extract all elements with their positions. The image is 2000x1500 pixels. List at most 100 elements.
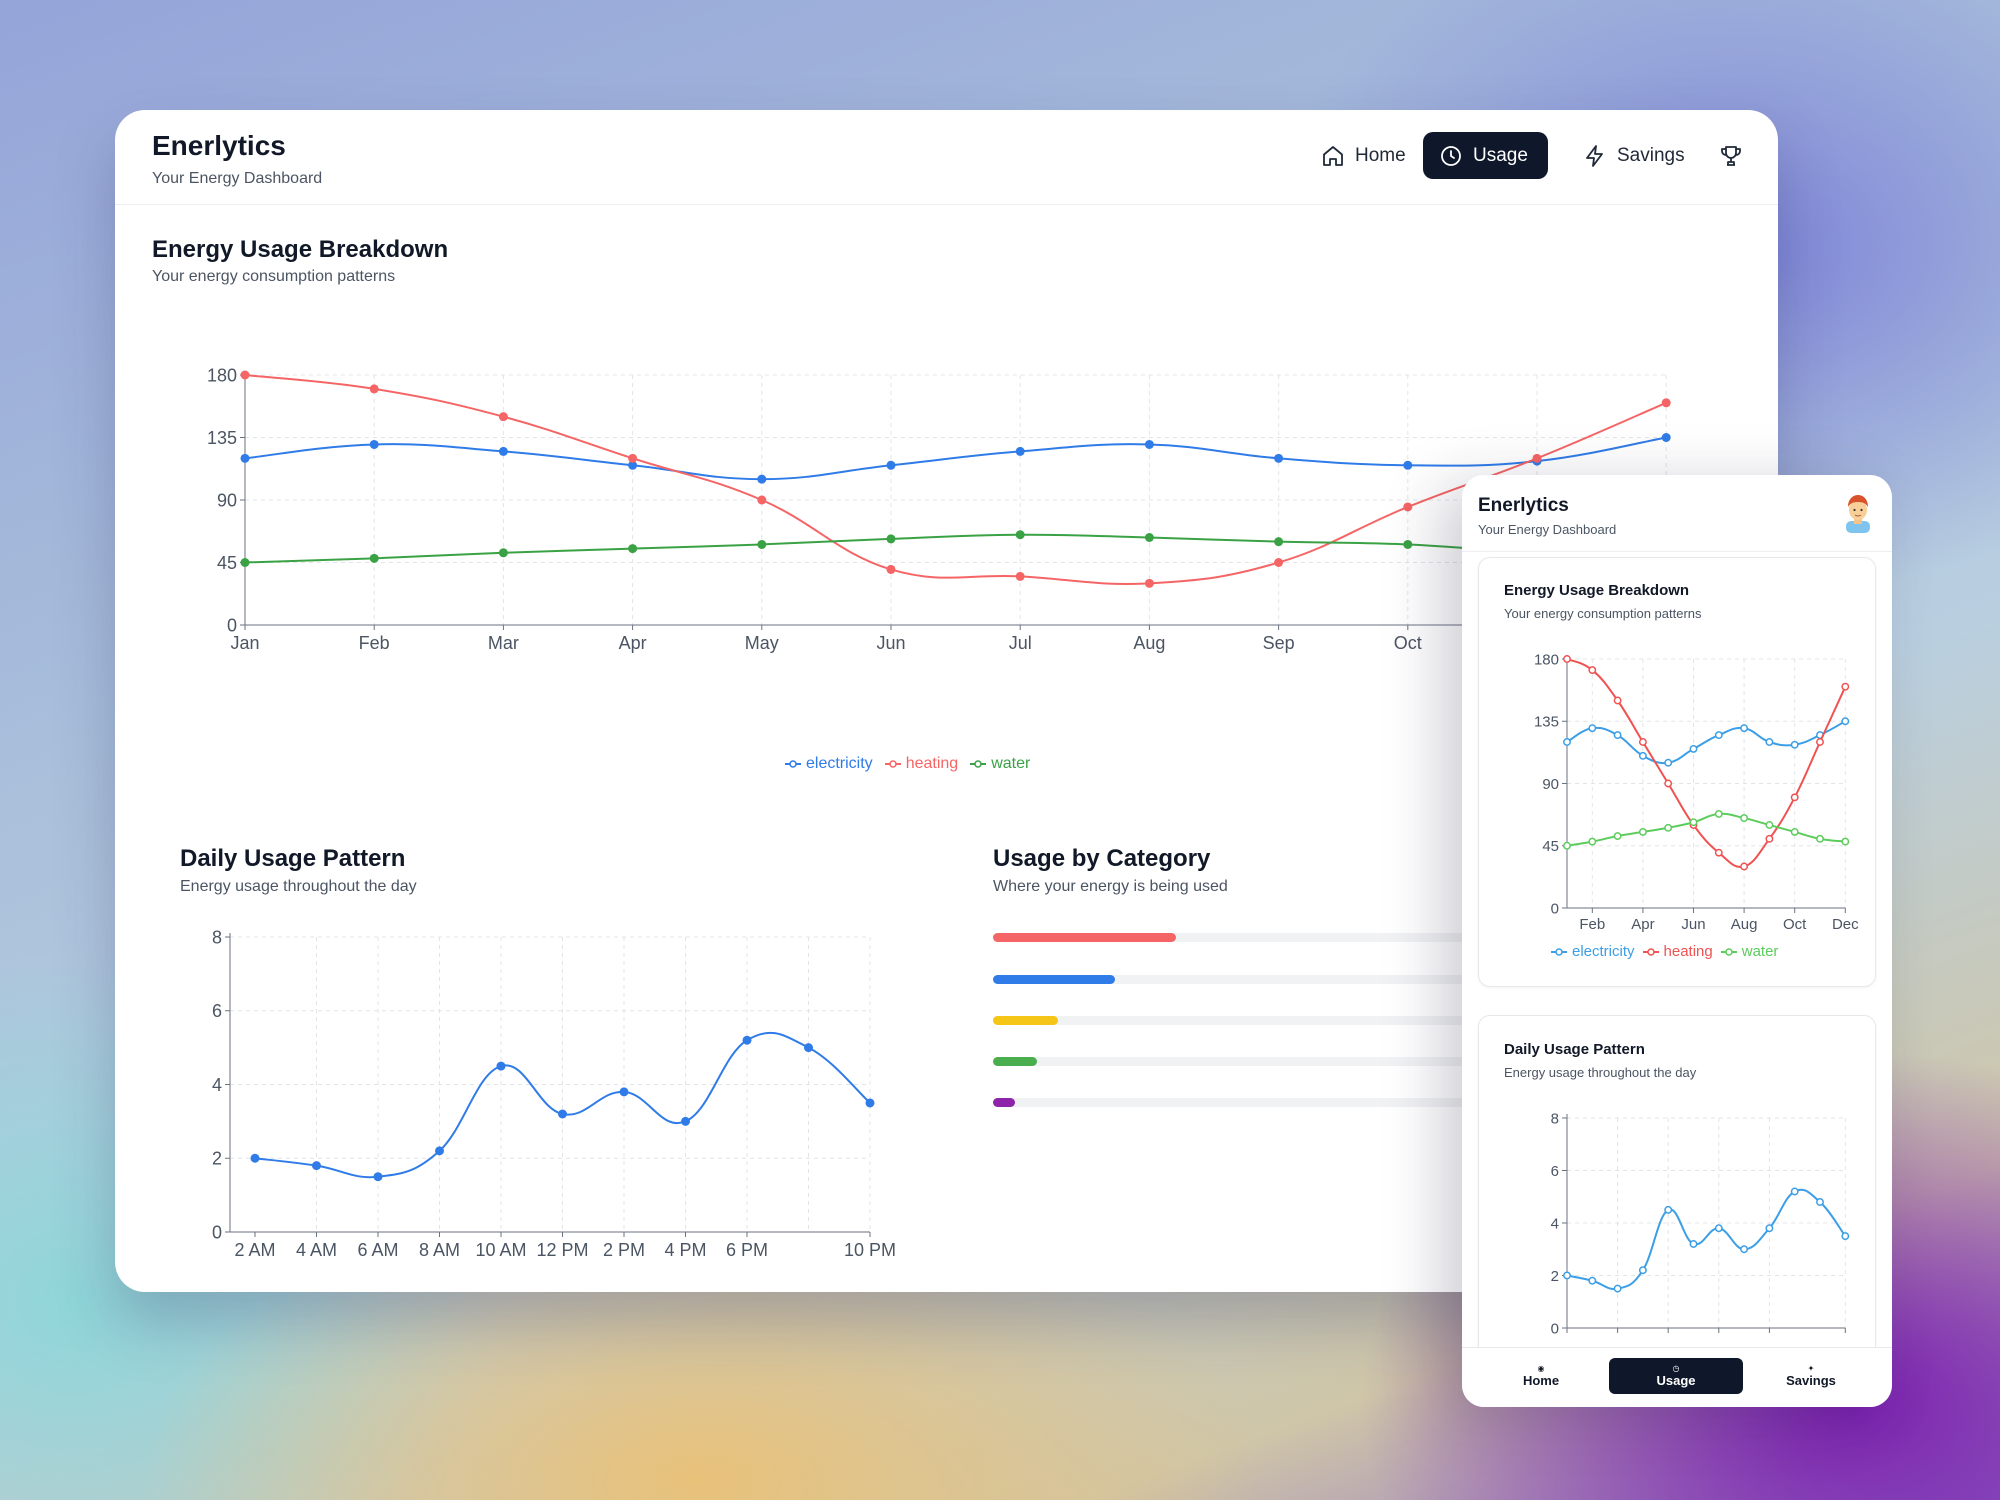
electricity-point: [1403, 460, 1413, 470]
heating-point: [757, 495, 767, 505]
y-tick-label: 4: [212, 1075, 222, 1095]
electricity-point: [1714, 731, 1723, 740]
category-subtitle: Where your energy is being used: [993, 878, 1228, 895]
breakdown-subtitle: Your energy consumption patterns: [152, 268, 396, 285]
mobile-legend-electricity-marker: [1551, 947, 1567, 956]
daily-usage-point: [619, 1087, 629, 1097]
water-point: [1588, 837, 1597, 846]
heating-point: [1661, 398, 1671, 408]
mobile-legend-water[interactable]: water: [1720, 943, 1778, 960]
x-tick-label: 2 PM: [603, 1240, 645, 1260]
x-tick-label: Jun: [876, 633, 905, 653]
electricity-point: [1661, 433, 1671, 442]
y-tick-label: 6: [212, 1001, 222, 1021]
daily-usage-point: [496, 1061, 506, 1071]
heating-point: [628, 453, 638, 463]
x-tick-label: 4 AM: [296, 1240, 337, 1260]
daily-usage-point: [1740, 1245, 1749, 1254]
legend-water[interactable]: water: [970, 755, 1030, 773]
daily-subtitle: Energy usage throughout the day: [180, 878, 417, 895]
category-bar-fill: [993, 1016, 1058, 1025]
mobile-bottom-nav: ◉ Home ◷ Usage ✦ Savings: [1462, 1347, 1892, 1407]
water-point: [1664, 823, 1673, 832]
x-tick-label: Apr: [1631, 916, 1654, 933]
water-point: [1563, 841, 1571, 850]
daily-usage-point: [312, 1161, 321, 1171]
mobile-legend-heating[interactable]: heating: [1642, 943, 1713, 960]
heating-point: [1274, 558, 1284, 567]
mobile-tab-home[interactable]: ◉ Home: [1474, 1358, 1608, 1394]
daily-usage-point: [1613, 1284, 1622, 1293]
electricity-line: [244, 436, 1667, 481]
x-tick-label: 10 AM: [475, 1240, 526, 1260]
clock-icon: ◷: [1672, 1364, 1680, 1373]
water-point: [240, 558, 250, 567]
mobile-legend-electricity[interactable]: electricity: [1551, 943, 1635, 960]
heating-point: [369, 384, 379, 394]
water-point: [1638, 827, 1647, 836]
mobile-breakdown-title: Energy Usage Breakdown: [1504, 582, 1690, 599]
water-point: [1689, 818, 1698, 827]
mobile-energy-breakdown-chart: 0 45 90 135 180 Feb Apr Jun Aug Oct Dec: [1534, 651, 1859, 933]
x-tick-label: 8 AM: [419, 1240, 460, 1260]
water-point: [498, 548, 508, 558]
water-point: [1740, 814, 1749, 823]
daily-usage-point: [250, 1153, 260, 1163]
x-tick-label: Apr: [619, 633, 647, 653]
app-tagline: Your Energy Dashboard: [152, 170, 323, 187]
y-tick-label: 90: [1542, 776, 1559, 793]
daily-usage-point: [1714, 1224, 1723, 1233]
daily-title: Daily Usage Pattern: [180, 845, 406, 872]
electricity-line: [1566, 720, 1846, 765]
x-tick-label: 4 PM: [664, 1240, 706, 1260]
y-tick-label: 8: [1551, 1110, 1559, 1127]
nav-savings-button[interactable]: Savings: [1567, 132, 1701, 179]
water-point: [1790, 827, 1799, 836]
y-tick-label: 135: [207, 428, 237, 448]
mobile-tab-usage[interactable]: ◷ Usage: [1609, 1358, 1743, 1394]
mobile-breakdown-card: Energy Usage Breakdown Your energy consu…: [1478, 557, 1876, 987]
electricity-point: [1563, 738, 1571, 746]
x-tick-label: 2 AM: [234, 1240, 275, 1260]
legend-heating[interactable]: heating: [884, 755, 958, 773]
water-point: [628, 544, 638, 554]
daily-usage-point: [1638, 1266, 1647, 1275]
mobile-brand[interactable]: Enerlytics Your Energy Dashboard: [1478, 495, 1616, 537]
x-tick-label: May: [745, 633, 779, 653]
heating-point: [1563, 655, 1571, 663]
brand[interactable]: Enerlytics Your Energy Dashboard: [152, 130, 322, 188]
water-point: [1403, 539, 1413, 549]
x-tick-label: Oct: [1783, 916, 1807, 933]
heating-point: [1790, 793, 1799, 802]
x-tick-label: Aug: [1133, 633, 1165, 653]
electricity-point: [1841, 717, 1850, 726]
electricity-point: [1689, 744, 1698, 753]
x-tick-label: Jan: [230, 633, 259, 653]
mobile-tab-savings[interactable]: ✦ Savings: [1744, 1358, 1878, 1394]
y-tick-label: 180: [207, 365, 237, 385]
heating-point: [1588, 666, 1597, 675]
legend-electricity[interactable]: electricity: [785, 755, 873, 773]
x-tick-label: 10 PM: [844, 1240, 895, 1260]
mobile-dashboard-window: Enerlytics Your Energy Dashboard Energy …: [1462, 475, 1892, 1407]
heating-line: [244, 374, 1667, 585]
mobile-legend-water-marker: [1720, 947, 1737, 956]
daily-usage-point: [1841, 1232, 1850, 1241]
y-tick-label: 45: [1542, 838, 1559, 855]
daily-usage-point: [373, 1172, 383, 1182]
nav-usage-button[interactable]: Usage: [1423, 132, 1548, 179]
clock-icon: [1441, 145, 1461, 166]
nav-home-button[interactable]: Home: [1305, 132, 1422, 179]
mobile-header: Enerlytics Your Energy Dashboard: [1462, 475, 1892, 552]
avatar[interactable]: [1840, 493, 1876, 533]
electricity-point: [1274, 453, 1284, 463]
mobile-app-tagline: Your Energy Dashboard: [1478, 522, 1617, 537]
electricity-point: [1588, 724, 1597, 733]
y-tick-label: 0: [1551, 900, 1559, 917]
heating-point: [1403, 502, 1413, 512]
nav-achievements-button[interactable]: [1711, 132, 1751, 179]
legend-heating-marker: [884, 760, 901, 768]
electricity-point: [1664, 758, 1673, 767]
legend-water-marker: [970, 760, 987, 768]
legend-electricity-marker: [785, 760, 801, 768]
